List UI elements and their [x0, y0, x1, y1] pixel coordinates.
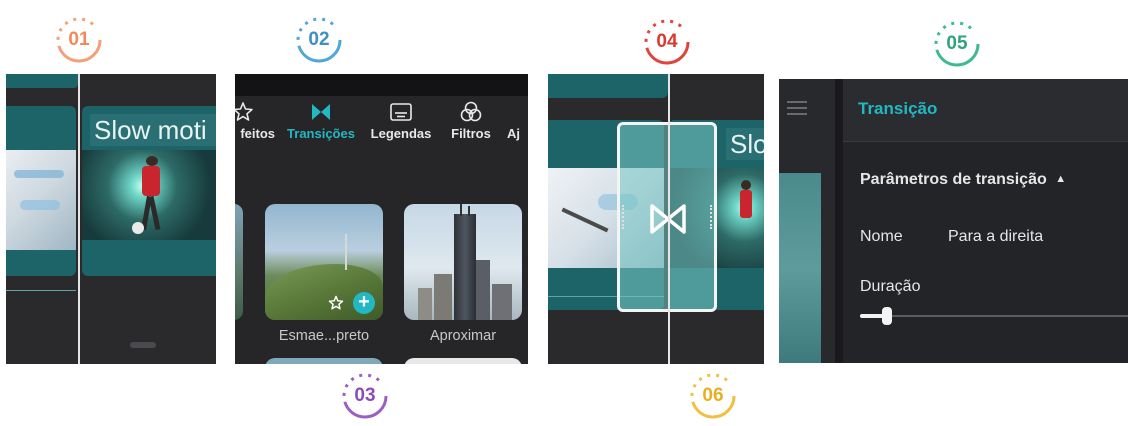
- section-title[interactable]: Parâmetros de transição ▲: [860, 171, 1066, 189]
- transitions-bowtie-icon: [283, 100, 359, 124]
- timeline-clip-left[interactable]: [6, 106, 76, 291]
- add-plus-icon[interactable]: +: [353, 292, 375, 314]
- transition-label: Aproximar: [429, 328, 497, 344]
- step-badge-02: 02: [295, 16, 343, 64]
- clip-preview-strip: [779, 173, 821, 363]
- transition-label: Esmae...preto: [278, 328, 370, 344]
- media-panel-step2: feitos Transições Legendas Filtros Aj + …: [235, 74, 528, 364]
- clip-thumbnail-soccer: [82, 150, 216, 240]
- step-number: 04: [656, 31, 678, 52]
- step-badge-05: 05: [933, 20, 981, 68]
- step-number: 06: [702, 385, 724, 406]
- duration-slider-knob[interactable]: [882, 307, 892, 325]
- name-value: Para a direita: [948, 228, 1044, 245]
- tab-filters[interactable]: Filtros: [435, 100, 507, 141]
- scroll-handle[interactable]: [130, 342, 156, 348]
- skyscraper-image: [454, 214, 476, 320]
- tab-transitions[interactable]: Transições: [283, 100, 359, 141]
- section-title-text: Parâmetros de transição: [860, 171, 1047, 188]
- collapse-caret-icon[interactable]: ▲: [1055, 173, 1066, 185]
- step-number: 02: [308, 29, 330, 50]
- tab-label: Legendas: [370, 126, 432, 141]
- timeline-clip-slow-motion[interactable]: Slow moti: [82, 106, 216, 276]
- hollywood-sign-image: [287, 274, 337, 284]
- step-badge-01: 01: [55, 16, 103, 64]
- playhead[interactable]: [668, 74, 670, 364]
- clip-thumbnail-sketch: [6, 150, 76, 250]
- tab-effects[interactable]: feitos: [235, 100, 279, 141]
- tab-label: Transições: [287, 126, 355, 141]
- header-divider: [843, 141, 1128, 142]
- tab-adjust[interactable]: Aj: [507, 100, 528, 141]
- timeline-panel-step1: Slow moti: [6, 74, 216, 364]
- step-number: 01: [68, 29, 90, 50]
- transition-thumbnail-partial[interactable]: [235, 204, 243, 320]
- timeline-panel-step4: Slo: [548, 74, 764, 364]
- left-rail: [779, 79, 835, 363]
- transition-thumbnail-next-row[interactable]: [404, 358, 522, 364]
- transition-thumbnail-next-row[interactable]: [265, 358, 383, 364]
- playhead[interactable]: [78, 74, 80, 364]
- step-number: 05: [946, 33, 968, 54]
- duration-label: Duração: [860, 278, 921, 295]
- step-badge-06: 06: [689, 372, 737, 420]
- effects-star-icon: [235, 100, 279, 124]
- menu-hamburger-icon[interactable]: [787, 101, 807, 115]
- step-badge-04: 04: [643, 18, 691, 66]
- favorite-star-icon[interactable]: [327, 294, 345, 312]
- duration-slider-track[interactable]: [860, 307, 1128, 325]
- step-number: 03: [354, 385, 376, 406]
- right-trim-handle[interactable]: [707, 205, 712, 229]
- adjust-icon: [507, 100, 528, 124]
- name-label: Nome: [860, 228, 903, 245]
- step-badge-03: 03: [341, 372, 389, 420]
- tab-label: Filtros: [451, 126, 491, 141]
- tab-label: feitos: [240, 126, 275, 141]
- transition-thumbnail-zoom[interactable]: [404, 204, 522, 320]
- clip-title: Slow moti: [90, 114, 216, 146]
- tab-label: Aj: [507, 126, 520, 141]
- tab-captions[interactable]: Legendas: [365, 100, 437, 141]
- filters-icon: [435, 100, 507, 124]
- upper-track-clip: [548, 74, 668, 98]
- top-bar: [235, 74, 528, 96]
- divider: [835, 79, 843, 363]
- properties-panel-step5: Transição Parâmetros de transição ▲ Nome…: [779, 79, 1128, 363]
- captions-icon: [365, 100, 437, 124]
- header-title: Transição: [858, 99, 938, 118]
- transition-block[interactable]: [617, 122, 717, 312]
- properties-header: Transição: [843, 79, 1128, 141]
- clip-title: Slo: [726, 128, 764, 160]
- left-trim-handle[interactable]: [622, 205, 627, 229]
- upper-track-clip: [6, 74, 78, 88]
- transition-thumbnail-fade-black[interactable]: +: [265, 204, 383, 320]
